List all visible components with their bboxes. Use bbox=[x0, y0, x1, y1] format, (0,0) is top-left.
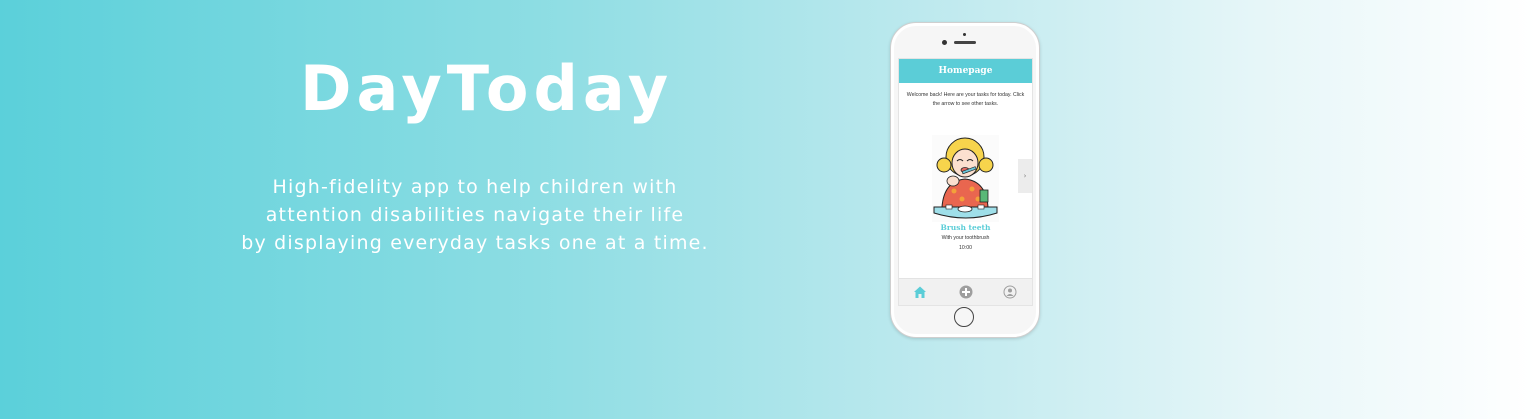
welcome-message: Welcome back! Here are your tasks for to… bbox=[905, 91, 1026, 109]
hero-description-line: attention disabilities navigate their li… bbox=[265, 204, 685, 226]
hero-description-line: High-fidelity app to help children with bbox=[272, 176, 678, 198]
task-name: Brush teeth bbox=[940, 223, 991, 232]
app-header-title: Homepage bbox=[899, 59, 1032, 83]
next-task-button[interactable]: › bbox=[1018, 159, 1032, 193]
phone-speaker bbox=[954, 41, 976, 44]
brush-teeth-illustration bbox=[932, 135, 999, 222]
hero-description: High-fidelity app to help children with … bbox=[200, 173, 750, 257]
home-icon[interactable] bbox=[913, 285, 927, 299]
welcome-line: Welcome back! Here are your tasks for to… bbox=[906, 92, 1025, 98]
task-subtitle: With your toothbrush bbox=[941, 235, 990, 241]
welcome-line: the arrow to see other tasks. bbox=[932, 101, 999, 107]
add-icon[interactable] bbox=[959, 285, 973, 299]
hero-title: DayToday bbox=[300, 52, 674, 125]
task-time: 10:00 bbox=[959, 245, 972, 251]
hero-description-line: by displaying everyday tasks one at a ti… bbox=[241, 232, 709, 254]
app-screen: Homepage Welcome back! Here are your tas… bbox=[898, 58, 1033, 306]
phone-mockup: Homepage Welcome back! Here are your tas… bbox=[890, 22, 1040, 338]
phone-sensor bbox=[963, 33, 966, 36]
tab-bar bbox=[899, 278, 1032, 305]
phone-home-button bbox=[954, 307, 974, 327]
profile-icon[interactable] bbox=[1003, 285, 1017, 299]
phone-camera-icon bbox=[942, 40, 947, 45]
